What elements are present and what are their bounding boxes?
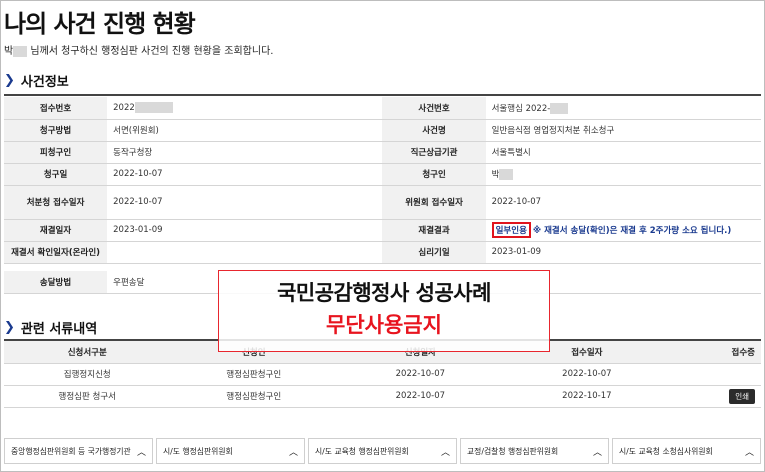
label-case-no: 사건번호 [382, 97, 486, 120]
table-row: 처분청 접수일자 2022-10-07 위원회 접수일자 2022-10-07 [4, 185, 761, 220]
footer-link-prosecution[interactable]: 교정/검찰청 행정심판위원회 ︿ [460, 438, 609, 464]
case-info-heading: ❯ 사건정보 [4, 71, 69, 90]
value-superior-agency: 서울특별시 [485, 141, 761, 164]
value-case-no: 서울행심 2022- [485, 97, 761, 120]
case-info-heading-label: 사건정보 [20, 75, 69, 90]
label-decision-result: 재결결과 [382, 219, 486, 242]
section-divider [4, 94, 761, 96]
label-claimant: 청구인 [382, 163, 486, 186]
label-superior-agency: 직근상급기관 [382, 141, 486, 164]
chevron-up-icon: ︿ [744, 447, 754, 458]
doc-applied-date: 2022-10-07 [337, 363, 504, 386]
documents-heading: ❯ 관련 서류내역 [4, 318, 97, 337]
case-info-table: 접수번호 2022 사건번호 서울행심 2022- 청구방법 서면(위원회) 사… [4, 97, 761, 294]
table-row: 피청구인 동작구청장 직근상급기관 서울특별시 [4, 141, 761, 164]
chevron-up-icon: ︿ [136, 447, 146, 458]
chevron-right-icon: ❯ [4, 320, 15, 335]
redaction-mask [13, 45, 28, 57]
table-row: 재결서 확인일자(온라인) 심리기일 2023-01-09 [4, 241, 761, 264]
value-request-method: 서면(위원회) [107, 119, 383, 142]
col-doc-type: 신청서구분 [4, 341, 171, 364]
doc-applicant: 행정심판청구인 [170, 385, 338, 408]
label-agency-receipt-date: 처분청 접수일자 [4, 185, 108, 220]
value-decision-date: 2023-01-09 [107, 219, 383, 242]
value-receipt-no: 2022 [107, 97, 383, 120]
value-respondent: 동작구청장 [107, 141, 383, 164]
label-hearing-date: 심리기일 [382, 241, 486, 264]
table-row: 행정심판 청구서 행정심판청구인 2022-10-07 2022-10-17 인… [4, 385, 761, 408]
footer-link-central[interactable]: 중앙행정심판위원회 등 국가행정기관 ︿ [4, 438, 153, 464]
subtitle-text: 님께서 청구하신 행정심판 사건의 진행 현황을 조회합니다. [30, 46, 274, 57]
doc-received-date: 2022-10-07 [503, 363, 671, 386]
label-decision-date: 재결일자 [4, 219, 108, 242]
page-title: 나의 사건 진행 현황 [4, 10, 196, 38]
label-request-method: 청구방법 [4, 119, 108, 142]
doc-type: 집행정지신청 [4, 363, 171, 386]
doc-applied-date: 2022-10-07 [337, 385, 504, 408]
table-row: 집행정지신청 행정심판청구인 2022-10-07 2022-10-07 [4, 363, 761, 386]
watermark-line1: 국민공감행정사 성공사례 [277, 281, 491, 305]
label-online-confirm-date: 재결서 확인일자(온라인) [4, 241, 108, 264]
footer-link-education[interactable]: 시/도 교육청 행정심판위원회 ︿ [308, 438, 457, 464]
result-note: ※ 재결서 송달(확인)은 재결 후 2주가량 소요 됩니다.) [532, 226, 732, 236]
footer-link-appeal[interactable]: 시/도 교육청 소청심사위원회 ︿ [612, 438, 761, 464]
label-request-date: 청구일 [4, 163, 108, 186]
value-case-name: 일반음식점 영업정지처분 취소청구 [485, 119, 761, 142]
chevron-up-icon: ︿ [592, 447, 602, 458]
label-respondent: 피청구인 [4, 141, 108, 164]
value-request-date: 2022-10-07 [107, 163, 383, 186]
value-claimant: 박 [485, 163, 761, 186]
value-online-confirm-date [107, 241, 383, 264]
label-delivery-method: 송달방법 [4, 271, 108, 294]
value-committee-receipt-date: 2022-10-07 [485, 185, 761, 220]
label-receipt-no: 접수번호 [4, 97, 108, 120]
label-committee-receipt-date: 위원회 접수일자 [382, 185, 486, 220]
subtitle-name: 박 [4, 46, 14, 57]
doc-type: 행정심판 청구서 [4, 385, 171, 408]
doc-received-date: 2022-10-17 [503, 385, 671, 408]
footer-link-city[interactable]: 시/도 행정심판위원회 ︿ [156, 438, 305, 464]
doc-receipt: 인쇄 [670, 385, 761, 408]
label-case-name: 사건명 [382, 119, 486, 142]
value-decision-result: 일부인용 ※ 재결서 송달(확인)은 재결 후 2주가량 소요 됩니다.) [485, 219, 761, 242]
result-highlight: 일부인용 [491, 222, 531, 238]
watermark-line2: 무단사용금지 [326, 313, 442, 337]
chevron-up-icon: ︿ [288, 447, 298, 458]
table-row: 재결일자 2023-01-09 재결결과 일부인용 ※ 재결서 송달(확인)은 재… [4, 219, 761, 242]
page-subtitle: 박 님께서 청구하신 행정심판 사건의 진행 현황을 조회합니다. [4, 42, 273, 57]
doc-applicant: 행정심판청구인 [170, 363, 338, 386]
table-row: 청구일 2022-10-07 청구인 박 [4, 163, 761, 186]
value-agency-receipt-date: 2022-10-07 [107, 185, 383, 220]
value-hearing-date: 2023-01-09 [485, 241, 761, 264]
table-row: 청구방법 서면(위원회) 사건명 일반음식점 영업정지처분 취소청구 [4, 119, 761, 142]
doc-receipt [670, 363, 761, 386]
documents-heading-label: 관련 서류내역 [20, 322, 98, 337]
footer-links: 중앙행정심판위원회 등 국가행정기관 ︿ 시/도 행정심판위원회 ︿ 시/도 교육청… [4, 438, 761, 464]
chevron-up-icon: ︿ [440, 447, 450, 458]
watermark-stamp: 국민공감행정사 성공사례 무단사용금지 [218, 270, 550, 352]
table-row: 접수번호 2022 사건번호 서울행심 2022- [4, 97, 761, 120]
chevron-right-icon: ❯ [4, 73, 15, 88]
col-receipt: 접수증 [670, 341, 761, 364]
print-button[interactable]: 인쇄 [729, 388, 755, 404]
